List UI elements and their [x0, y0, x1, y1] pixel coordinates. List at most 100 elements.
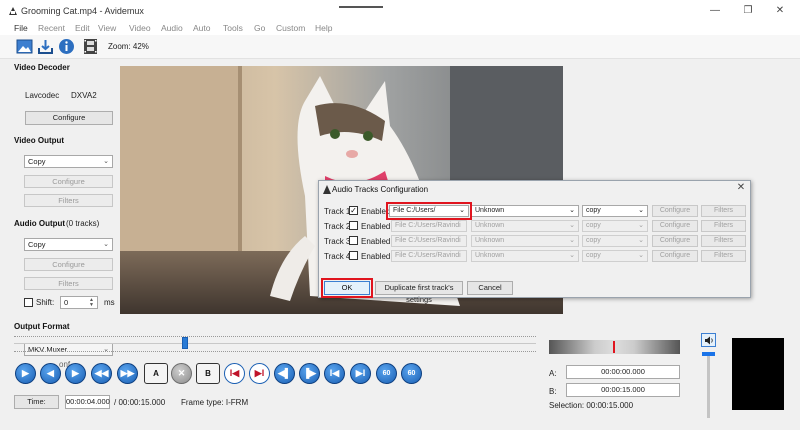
fast-forward-button[interactable]: ▶▶ [117, 363, 138, 384]
maximize-button[interactable]: ❐ [733, 4, 763, 18]
dialog-title: Audio Tracks Configuration [332, 185, 429, 194]
rewind-button[interactable]: ◀◀ [91, 363, 112, 384]
output-format-title: Output Format [14, 322, 70, 331]
volume-slider[interactable] [707, 352, 710, 418]
jog-marker [613, 341, 615, 353]
track-4-filters-button[interactable]: Filters [701, 250, 746, 262]
film-strip-icon[interactable] [82, 38, 99, 55]
timeline-track[interactable] [14, 343, 536, 344]
frame-type: Frame type: I-FRM [181, 398, 249, 407]
audio-output-codec-select[interactable]: Copy ⌄ [24, 238, 113, 251]
prev-keyframe-button[interactable]: I◀ [224, 363, 245, 384]
speaker-icon [705, 336, 713, 345]
track-3-filters-button[interactable]: Filters [701, 235, 746, 247]
play-button[interactable]: ▶ [15, 363, 36, 384]
track-1-enabled-checkbox[interactable]: ✓ [349, 206, 358, 215]
video-output-filters-button[interactable]: Filters [24, 194, 113, 207]
shift-checkbox[interactable] [24, 298, 33, 307]
chevron-down-icon: ⌄ [638, 252, 644, 259]
shift-input[interactable]: 0 ▲ ▼ [60, 296, 98, 309]
track-2-configure-button[interactable]: Configure [652, 220, 698, 232]
menu-edit[interactable]: Edit [75, 23, 90, 33]
previous-frame-button[interactable]: ◀ [40, 363, 61, 384]
video-output-codec-select[interactable]: Copy ⌄ [24, 155, 113, 168]
audio-output-filters-button[interactable]: Filters [24, 277, 113, 290]
track-2-language-value: Unknown [475, 222, 505, 229]
total-time: / 00:00:15.000 [114, 398, 166, 407]
chevron-down-icon: ⌄ [569, 222, 575, 229]
duplicate-settings-button[interactable]: Duplicate first track's settings [375, 281, 463, 304]
menu-tools[interactable]: Tools [223, 23, 243, 33]
volume-button[interactable] [701, 333, 716, 347]
delete-button[interactable]: ✕ [171, 363, 192, 384]
goto-start-button[interactable]: I◀ [324, 363, 345, 384]
menu-audio[interactable]: Audio [161, 23, 183, 33]
track-3-configure-button[interactable]: Configure [652, 235, 698, 247]
info-icon[interactable] [58, 38, 75, 55]
decoder-configure-button[interactable]: Configure [25, 111, 113, 125]
minimize-button[interactable]: — [700, 4, 730, 18]
track-1-label: Track 1 [324, 207, 351, 216]
track-1-codec-select[interactable]: copy ⌄ [582, 205, 648, 217]
track-2-enabled-checkbox[interactable] [349, 221, 358, 230]
track-4-codec-select[interactable]: copy ⌄ [582, 250, 648, 262]
time-button[interactable]: Time: [14, 395, 59, 409]
open-file-icon[interactable] [16, 38, 33, 55]
highlight-frame-ok [321, 278, 373, 298]
audio-output-configure-button[interactable]: Configure [24, 258, 113, 271]
menu-custom[interactable]: Custom [276, 23, 305, 33]
track-3-language-value: Unknown [475, 237, 505, 244]
set-marker-a-button[interactable]: A [144, 363, 168, 384]
set-marker-b-button[interactable]: B [196, 363, 220, 384]
track-1-filters-button[interactable]: Filters [701, 205, 746, 217]
track-3-label: Track 3 [324, 237, 351, 246]
menu-auto[interactable]: Auto [193, 23, 211, 33]
track-1-codec-value: copy [586, 207, 601, 214]
menu-help[interactable]: Help [315, 23, 332, 33]
track-4-language-select[interactable]: Unknown ⌄ [471, 250, 579, 262]
spin-arrows-icon[interactable]: ▲ ▼ [89, 298, 94, 308]
volume-slider-handle[interactable] [702, 352, 715, 356]
next-keyframe-button[interactable]: ▶I [249, 363, 270, 384]
title-bar: Grooming Cat.mp4 - Avidemux — ❐ ✕ [0, 0, 800, 22]
menu-view[interactable]: View [98, 23, 116, 33]
track-4-file-select[interactable]: File C:/Users/Ravindi [391, 250, 467, 262]
track-3-file-select[interactable]: File C:/Users/Ravindi [391, 235, 467, 247]
goto-marker-a-button[interactable]: ◀▌ [274, 363, 295, 384]
video-output-configure-button[interactable]: Configure [24, 175, 113, 188]
track-1-language-select[interactable]: Unknown ⌄ [471, 205, 579, 217]
track-2-language-select[interactable]: Unknown ⌄ [471, 220, 579, 232]
selection-b-field[interactable]: 00:00:15.000 [566, 383, 680, 397]
menu-file[interactable]: File [14, 23, 28, 33]
track-4-configure-button[interactable]: Configure [652, 250, 698, 262]
selection-a-field[interactable]: 00:00:00.000 [566, 365, 680, 379]
goto-marker-b-button[interactable]: ▐▶ [299, 363, 320, 384]
jump-forward-60-button[interactable]: 60 [401, 363, 422, 384]
jump-back-60-label: 60 [382, 370, 391, 377]
track-3-codec-select[interactable]: copy ⌄ [582, 235, 648, 247]
menu-recent[interactable]: Recent [38, 23, 65, 33]
jump-back-60-button[interactable]: 60 [376, 363, 397, 384]
muxer-select[interactable]: MKV Muxer ⌄ [24, 343, 113, 356]
menu-go[interactable]: Go [254, 23, 265, 33]
close-button[interactable]: ✕ [765, 4, 795, 18]
marker-b-label: B [205, 369, 211, 378]
save-file-icon[interactable] [37, 38, 54, 55]
track-1-language-value: Unknown [475, 207, 505, 214]
menu-video[interactable]: Video [129, 23, 151, 33]
track-2-codec-select[interactable]: copy ⌄ [582, 220, 648, 232]
track-2-file-select[interactable]: File C:/Users/Ravindi [391, 220, 467, 232]
marker-a-label: A [153, 369, 159, 378]
track-2-filters-button[interactable]: Filters [701, 220, 746, 232]
track-3-enabled-checkbox[interactable] [349, 236, 358, 245]
goto-end-button[interactable]: ▶I [350, 363, 371, 384]
track-1-configure-button[interactable]: Configure [652, 205, 698, 217]
current-time-field[interactable]: 00:00:04.000 [65, 395, 110, 409]
track-4-enabled-checkbox[interactable] [349, 251, 358, 260]
next-frame-button[interactable]: ▶ [65, 363, 86, 384]
dialog-cancel-button[interactable]: Cancel [467, 281, 513, 295]
dialog-close-button[interactable]: ✕ [735, 182, 747, 194]
timeline-slider-handle[interactable] [182, 337, 188, 349]
timeline-ticks-top [14, 336, 536, 337]
track-3-language-select[interactable]: Unknown ⌄ [471, 235, 579, 247]
